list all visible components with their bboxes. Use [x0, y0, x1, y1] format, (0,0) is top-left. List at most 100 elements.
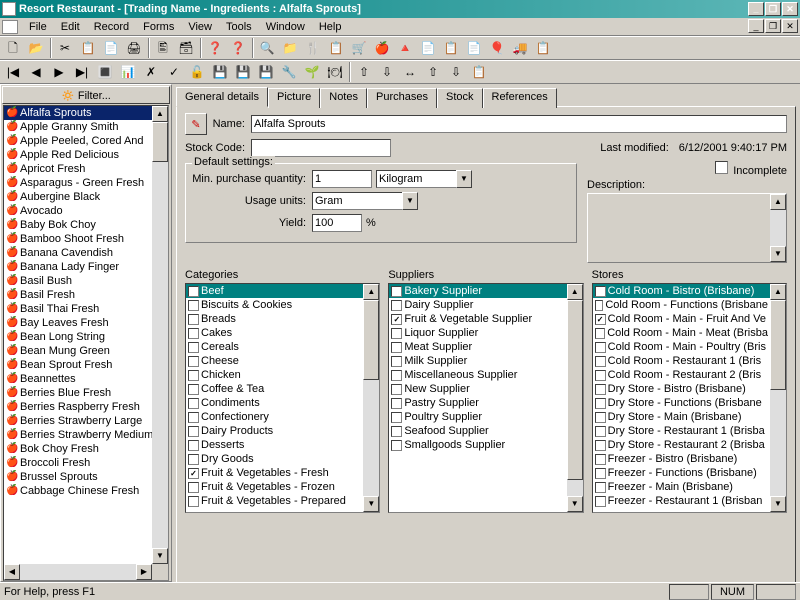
item-checkbox[interactable] [188, 286, 199, 297]
toolbar-button[interactable]: ↔ [399, 61, 421, 83]
checklist-item[interactable]: Confectionery [186, 410, 363, 424]
item-checkbox[interactable] [188, 398, 199, 409]
checklist-item[interactable]: Freezer - Bistro (Brisbane) [593, 452, 770, 466]
ingredient-item[interactable]: 🍎Cabbage Chinese Fresh [4, 484, 152, 498]
categories-listbox[interactable]: BeefBiscuits & CookiesBreadsCakesCereals… [185, 283, 380, 513]
checklist-item[interactable]: Dairy Supplier [389, 298, 566, 312]
item-checkbox[interactable] [391, 384, 402, 395]
item-checkbox[interactable] [188, 454, 199, 465]
ingredient-item[interactable]: 🍎Avocado [4, 204, 152, 218]
mdi-minimize-button[interactable]: _ [748, 19, 764, 33]
ingredient-item[interactable]: 🍎Bean Long String [4, 330, 152, 344]
item-checkbox[interactable] [188, 328, 199, 339]
usage-units-combo[interactable] [312, 192, 402, 210]
toolbar-button[interactable]: ⇧ [353, 61, 375, 83]
scroll-thumb[interactable] [152, 122, 168, 162]
item-checkbox[interactable] [391, 328, 402, 339]
toolbar-button[interactable]: 📄 [417, 37, 439, 59]
checklist-item[interactable]: Dry Store - Main (Brisbane) [593, 410, 770, 424]
checklist-item[interactable]: Smallgoods Supplier [389, 438, 566, 452]
checklist-item[interactable]: New Supplier [389, 382, 566, 396]
item-checkbox[interactable] [188, 440, 199, 451]
toolbar-button[interactable]: 💾 [232, 61, 254, 83]
list-scrollbar-v[interactable]: ▲ ▼ [152, 106, 168, 564]
toolbar-button[interactable]: ❓ [227, 37, 249, 59]
item-checkbox[interactable] [391, 398, 402, 409]
item-checkbox[interactable] [595, 468, 606, 479]
checklist-item[interactable]: Dairy Products [186, 424, 363, 438]
toolbar-button[interactable]: ▶ [48, 61, 70, 83]
item-checkbox[interactable] [595, 496, 606, 507]
item-checkbox[interactable] [595, 440, 606, 451]
ingredient-item[interactable]: 🍎Basil Fresh [4, 288, 152, 302]
toolbar-button[interactable]: 🗃 [175, 37, 197, 59]
toolbar-button[interactable]: 🗋 [2, 37, 24, 59]
scroll-down-icon[interactable]: ▼ [770, 246, 786, 262]
incomplete-checkbox[interactable] [715, 161, 728, 174]
checklist-item[interactable]: Breads [186, 312, 363, 326]
toolbar-button[interactable]: 📄 [463, 37, 485, 59]
stock-code-input[interactable] [251, 139, 391, 157]
ingredient-item[interactable]: 🍎Asparagus - Green Fresh [4, 176, 152, 190]
checklist-item[interactable]: Cold Room - Restaurant 1 (Bris [593, 354, 770, 368]
checklist-item[interactable]: Bakery Supplier [389, 284, 566, 298]
ingredient-item[interactable]: 🍎Alfalfa Sprouts [4, 106, 152, 120]
sup-scrollbar[interactable]: ▲▼ [567, 284, 583, 512]
ingredient-item[interactable]: 🍎Apple Granny Smith [4, 120, 152, 134]
item-checkbox[interactable] [391, 370, 402, 381]
checklist-item[interactable]: Cereals [186, 340, 363, 354]
checklist-item[interactable]: Seafood Supplier [389, 424, 566, 438]
min-purchase-unit-combo[interactable] [376, 170, 456, 188]
checklist-item[interactable]: Freezer - Restaurant 1 (Brisban [593, 494, 770, 508]
item-checkbox[interactable] [595, 370, 606, 381]
item-checkbox[interactable] [188, 482, 199, 493]
desc-scrollbar[interactable]: ▲ ▼ [770, 194, 786, 262]
menu-tools[interactable]: Tools [219, 19, 259, 35]
toolbar-button[interactable]: 📄 [100, 37, 122, 59]
filter-button[interactable]: 🔅 Filter... [2, 86, 170, 104]
toolbar-button[interactable]: 📋 [325, 37, 347, 59]
item-checkbox[interactable] [391, 300, 402, 311]
menu-help[interactable]: Help [312, 19, 349, 35]
toolbar-button[interactable]: 🔺 [394, 37, 416, 59]
tab-notes[interactable]: Notes [320, 88, 367, 108]
item-checkbox[interactable] [391, 440, 402, 451]
ingredient-item[interactable]: 🍎Bok Choy Fresh [4, 442, 152, 456]
ingredient-item[interactable]: 🍎Banana Cavendish [4, 246, 152, 260]
item-checkbox[interactable] [595, 286, 606, 297]
tab-references[interactable]: References [483, 88, 557, 108]
item-checkbox[interactable] [595, 328, 606, 339]
toolbar-button[interactable]: 🚚 [509, 37, 531, 59]
item-checkbox[interactable]: ✓ [391, 314, 402, 325]
cat-scrollbar[interactable]: ▲▼ [363, 284, 379, 512]
ingredient-item[interactable]: 🍎Baby Bok Choy [4, 218, 152, 232]
toolbar-button[interactable]: 📋 [77, 37, 99, 59]
toolbar-button[interactable]: 🎈 [486, 37, 508, 59]
sto-scrollbar[interactable]: ▲▼ [770, 284, 786, 512]
toolbar-button[interactable]: 🛒 [348, 37, 370, 59]
menu-view[interactable]: View [181, 19, 219, 35]
ingredient-item[interactable]: 🍎Bean Mung Green [4, 344, 152, 358]
checklist-item[interactable]: Cheese [186, 354, 363, 368]
checklist-item[interactable]: Desserts [186, 438, 363, 452]
tab-purchases[interactable]: Purchases [367, 88, 437, 108]
item-checkbox[interactable] [188, 412, 199, 423]
item-checkbox[interactable] [595, 342, 606, 353]
mdi-close-button[interactable]: ✕ [782, 19, 798, 33]
menu-forms[interactable]: Forms [136, 19, 181, 35]
checklist-item[interactable]: Chicken [186, 368, 363, 382]
checklist-item[interactable]: Poultry Supplier [389, 410, 566, 424]
description-input[interactable]: ▲ ▼ [587, 193, 787, 263]
checklist-item[interactable]: Milk Supplier [389, 354, 566, 368]
checklist-item[interactable]: Cakes [186, 326, 363, 340]
menu-edit[interactable]: Edit [54, 19, 87, 35]
item-checkbox[interactable] [391, 426, 402, 437]
item-checkbox[interactable] [188, 300, 199, 311]
toolbar-button[interactable]: 💾 [209, 61, 231, 83]
toolbar-button[interactable]: ⇩ [445, 61, 467, 83]
toolbar-button[interactable]: |◀ [2, 61, 24, 83]
item-checkbox[interactable] [188, 496, 199, 507]
item-checkbox[interactable] [595, 482, 606, 493]
toolbar-button[interactable]: 📊 [117, 61, 139, 83]
checklist-item[interactable]: Cold Room - Bistro (Brisbane) [593, 284, 770, 298]
